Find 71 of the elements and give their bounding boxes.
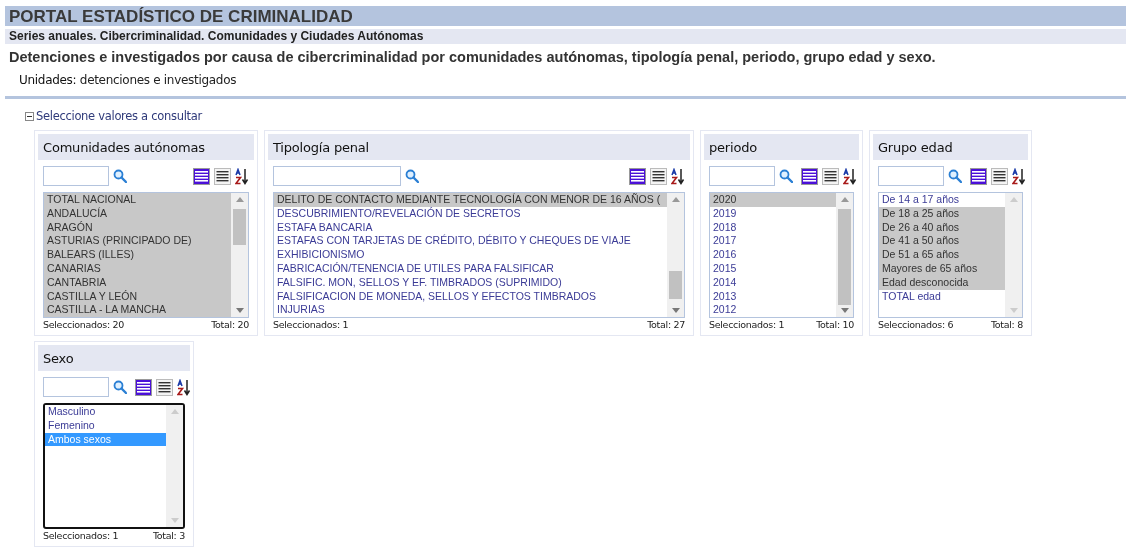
search-icon[interactable] [113, 380, 127, 394]
total-count: Total: 8 [990, 319, 1023, 330]
selected-count: Seleccionados: 20 [43, 319, 125, 330]
units-text: Unidades: detenciones e investigados [18, 72, 238, 89]
list-option[interactable]: CASTILLA - LA MANCHA [44, 303, 231, 317]
list-option[interactable]: DELITO DE CONTACTO MEDIANTE TECNOLOGÍA CON MENOR DE 16 AÑOS ( [274, 193, 667, 207]
scroll-down-arrow-icon[interactable] [840, 308, 849, 313]
deselect-all-icon[interactable] [156, 378, 173, 396]
search-icon[interactable] [405, 169, 419, 183]
select-all-icon[interactable] [629, 167, 646, 185]
scroll-up-arrow-icon[interactable] [235, 197, 244, 202]
value-list[interactable]: 2020 2019 2018 2017 2016 2015 2014 2013 2012 [709, 192, 854, 318]
total-count: Total: 3 [152, 530, 185, 541]
table-title: Detenciones e investigados por causa de cibercriminalidad por comunidades autónomas, tipología penal, periodo, grupo edad y sexo. [8, 48, 937, 65]
scrollbar[interactable] [836, 193, 853, 317]
search-field[interactable] [709, 166, 775, 186]
select-all-icon[interactable] [193, 167, 210, 185]
search-field[interactable] [43, 377, 109, 397]
search-field[interactable] [878, 166, 944, 186]
value-list[interactable] [273, 192, 685, 318]
scrollbar-thumb[interactable] [233, 209, 246, 245]
list-option[interactable]: De 51 a 65 años [879, 248, 1005, 262]
list-option[interactable]: 2020 [710, 193, 836, 207]
total-count: Total: 27 [647, 319, 685, 330]
search-field[interactable] [273, 166, 401, 186]
deselect-all-icon[interactable] [822, 167, 839, 185]
scrollbar-thumb[interactable] [669, 271, 682, 299]
scrollbar-thumb[interactable] [838, 209, 851, 305]
value-list[interactable]: De 14 a 17 años De 18 a 25 años De 26 a 40 años De 41 a 50 años De 51 a 65 años Mayores de 65 años Edad desconocida TOTAL edad [878, 192, 1023, 318]
list-option[interactable]: TOTAL NACIONAL [44, 193, 231, 207]
list-option[interactable]: De 41 a 50 años [879, 234, 1005, 249]
selected-count: Seleccionados: 1 [273, 319, 349, 330]
total-count: Total: 10 [816, 319, 854, 330]
scroll-up-arrow-icon[interactable] [671, 197, 680, 202]
sort-icon[interactable] [1012, 167, 1026, 185]
scroll-down-arrow-icon[interactable] [235, 308, 244, 313]
total-count: Total: 20 [211, 319, 249, 330]
deselect-all-icon[interactable] [991, 167, 1008, 185]
list-option[interactable]: BALEARS (ILLES) [44, 248, 231, 262]
value-list[interactable]: TOTAL NACIONAL ANDALUCÍA ARAGÓN ASTURIAS (PRINCIPADO DE) BALEARS (ILLES) CANARIAS CANTABRIA CASTILLA Y LEÓN CASTILLA - LA MANCHA [43, 192, 249, 318]
selected-count: Seleccionados: 1 [43, 530, 119, 541]
panel-title: Grupo edad [873, 134, 1028, 160]
search-icon[interactable] [948, 169, 962, 183]
select-all-icon[interactable] [970, 167, 987, 185]
select-all-icon[interactable] [135, 378, 152, 396]
selected-count: Seleccionados: 1 [709, 319, 785, 330]
search-icon[interactable] [113, 169, 127, 183]
sort-icon[interactable] [235, 167, 249, 185]
sort-icon[interactable] [843, 167, 857, 185]
scroll-up-arrow-icon[interactable] [840, 197, 849, 202]
value-list[interactable]: Masculino Femenino Ambos sexos [43, 403, 185, 529]
search-field[interactable] [43, 166, 109, 186]
portal-title: PORTAL ESTADÍSTICO DE CRIMINALIDAD [5, 6, 1126, 26]
scrollbar[interactable] [667, 193, 684, 317]
selected-count: Seleccionados: 6 [878, 319, 954, 330]
sort-icon[interactable] [177, 378, 191, 396]
panel-title: Sexo [38, 345, 190, 371]
search-icon[interactable] [779, 169, 793, 183]
collapse-icon[interactable] [25, 111, 34, 121]
sort-icon[interactable] [671, 167, 685, 185]
select-all-icon[interactable] [801, 167, 818, 185]
scrollbar[interactable] [231, 193, 248, 317]
section-toggle-link[interactable]: Seleccione valores a consultar [36, 109, 202, 123]
series-title: Series anuales. Cibercriminalidad. Comunidades y Ciudades Autónomas [5, 29, 1126, 44]
panel-title: Tipología penal [268, 134, 690, 160]
panel-title: periodo [704, 134, 859, 160]
list-option[interactable]: ASTURIAS (PRINCIPADO DE) [44, 234, 231, 249]
panel-title: Comunidades autónomas [38, 134, 254, 160]
deselect-all-icon[interactable] [214, 167, 231, 185]
deselect-all-icon[interactable] [650, 167, 667, 185]
scroll-down-arrow-icon[interactable] [671, 308, 680, 313]
